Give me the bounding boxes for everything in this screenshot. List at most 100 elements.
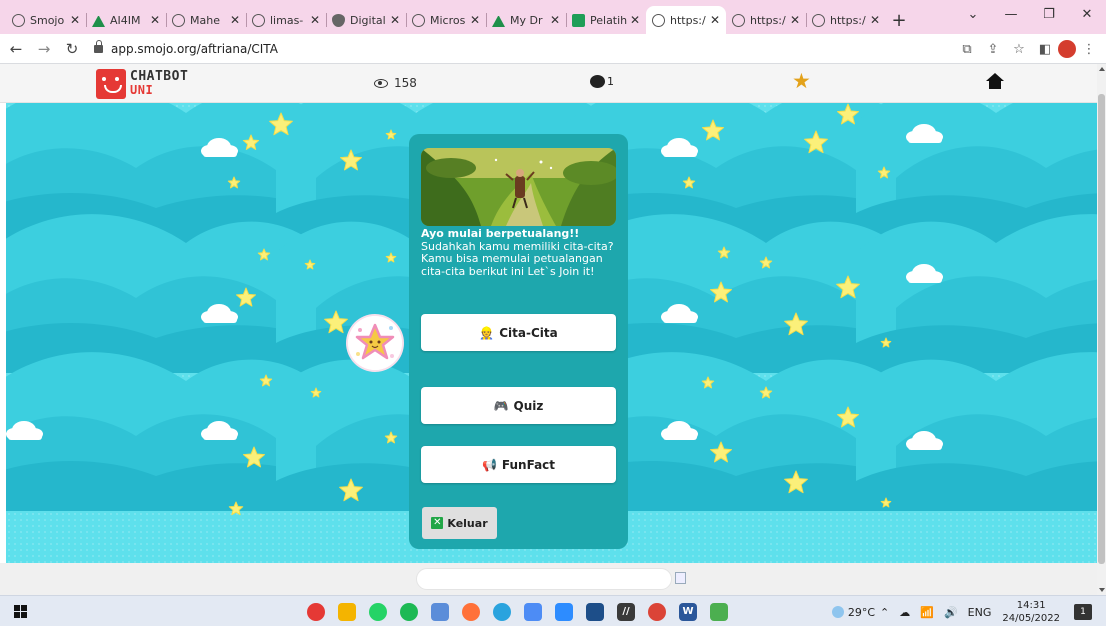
globe-icon xyxy=(652,13,665,27)
browser-tab[interactable]: https:/ ✕ xyxy=(726,6,806,34)
temperature[interactable]: 29°C xyxy=(848,606,875,619)
tab-label: Mahe xyxy=(190,13,220,27)
taskbar-app-button[interactable] xyxy=(643,600,671,624)
browser-tab[interactable]: Pelatih ✕ xyxy=(566,6,646,34)
tab-close-icon[interactable]: ✕ xyxy=(390,13,400,27)
taskbar-app-button[interactable] xyxy=(426,600,454,624)
close-window-button[interactable]: ✕ xyxy=(1068,0,1106,28)
back-button[interactable]: ← xyxy=(4,37,28,61)
window-controls: ⌄ — ❐ ✕ xyxy=(954,0,1106,28)
browser-tab[interactable]: Micros ✕ xyxy=(406,6,486,34)
address-bar[interactable]: app.smojo.org/aftriana/CITA xyxy=(90,38,968,60)
forward-button[interactable]: → xyxy=(32,37,56,61)
new-tab-button[interactable]: + xyxy=(886,6,912,34)
tab-close-icon[interactable]: ✕ xyxy=(470,13,480,27)
taskbar-app-button[interactable] xyxy=(302,600,330,624)
tab-label: My Dr xyxy=(510,13,543,27)
scroll-up-icon[interactable] xyxy=(1099,67,1105,71)
taskbar-app-button[interactable]: // xyxy=(612,600,640,624)
tray-chevron-icon[interactable]: ⌃ xyxy=(880,606,889,619)
google-sheets-icon xyxy=(572,13,585,27)
globe-icon xyxy=(12,13,25,27)
tab-close-icon[interactable]: ✕ xyxy=(790,13,800,27)
page-scrollbar[interactable] xyxy=(1097,64,1106,595)
message-body: Sudahkah kamu memiliki cita-cita? Kamu b… xyxy=(421,239,614,278)
side-panel-icon[interactable]: ◧ xyxy=(1032,37,1058,61)
menu-icon[interactable]: ⋮ xyxy=(1076,37,1102,61)
cita-cita-button[interactable]: 👷 Cita-Cita xyxy=(421,314,616,351)
language-indicator[interactable]: ENG xyxy=(968,606,992,619)
windows-start-icon[interactable] xyxy=(14,605,27,618)
taskbar-app-button[interactable] xyxy=(395,600,423,624)
browser-tab[interactable]: https:/ ✕ xyxy=(806,6,886,34)
zoom-icon xyxy=(555,603,573,621)
tab-label: AI4IM xyxy=(110,13,141,27)
tab-close-icon[interactable]: ✕ xyxy=(70,13,80,27)
taskbar-app-button[interactable] xyxy=(457,600,485,624)
browser-tab[interactable]: Mahe ✕ xyxy=(166,6,246,34)
chat-input-bar xyxy=(0,563,1097,595)
taskbar-app-button[interactable] xyxy=(488,600,516,624)
browser-tab[interactable]: My Dr ✕ xyxy=(486,6,566,34)
bookmark-star-icon[interactable]: ☆ xyxy=(1006,37,1032,61)
profile-avatar[interactable] xyxy=(1058,40,1076,58)
scrollbar-thumb[interactable] xyxy=(1098,94,1105,564)
volume-icon[interactable]: 🔊 xyxy=(944,606,958,619)
tab-close-icon[interactable]: ✕ xyxy=(630,13,640,27)
browser-tab[interactable]: https:/ ✕ xyxy=(646,6,726,34)
globe-icon xyxy=(732,13,745,27)
taskbar-app-button[interactable] xyxy=(519,600,547,624)
chat-card: Ayo mulai berpetualang!! Sudahkah kamu m… xyxy=(409,134,628,549)
onedrive-icon[interactable]: ☁ xyxy=(899,606,910,619)
scroll-down-icon[interactable] xyxy=(1099,588,1105,592)
tab-close-icon[interactable]: ✕ xyxy=(150,13,160,27)
notification-icon[interactable]: 1 xyxy=(1074,604,1092,620)
translate-icon[interactable]: ⧉ xyxy=(954,37,980,61)
chat-message: Ayo mulai berpetualang!! Sudahkah kamu m… xyxy=(421,227,619,278)
globe-icon xyxy=(412,13,425,27)
tab-close-icon[interactable]: ✕ xyxy=(550,13,560,27)
tab-close-icon[interactable]: ✕ xyxy=(230,13,240,27)
comments-button[interactable]: 1 xyxy=(590,75,614,88)
exit-button[interactable]: ✕ Keluar xyxy=(422,507,497,539)
cross-mark-icon: ✕ xyxy=(431,517,444,529)
chatbot-logo-icon xyxy=(96,69,126,99)
browser-tab[interactable]: Digital ✕ xyxy=(326,6,406,34)
minimize-button[interactable]: — xyxy=(992,0,1030,28)
quiz-label: Quiz xyxy=(513,398,544,413)
reload-button[interactable]: ↻ xyxy=(60,37,84,61)
message-input[interactable] xyxy=(416,568,672,590)
taskbar-app-button[interactable] xyxy=(550,600,578,624)
clock[interactable]: 14:31 24/05/2022 xyxy=(1002,599,1060,625)
restore-button[interactable]: ❐ xyxy=(1030,0,1068,28)
taskbar-app-button[interactable] xyxy=(581,600,609,624)
favorite-star-icon[interactable]: ★ xyxy=(792,71,811,92)
quiz-button[interactable]: 🎮 Quiz xyxy=(421,387,616,424)
send-image-icon[interactable] xyxy=(675,572,686,584)
tab-label: Pelatih xyxy=(590,13,627,27)
taskbar-app-button[interactable] xyxy=(705,600,733,624)
gamepad-icon: 🎮 xyxy=(493,398,509,413)
adventure-illustration xyxy=(421,148,616,226)
browser-tab[interactable]: Smojo ✕ xyxy=(6,6,86,34)
funfact-label: FunFact xyxy=(501,457,556,472)
tab-search-chevron-icon[interactable]: ⌄ xyxy=(954,0,992,28)
taskbar-app-button[interactable]: W xyxy=(674,600,702,624)
clock-date: 24/05/2022 xyxy=(1002,613,1060,624)
windows-taskbar: // W 29°C ⌃ ☁ 📶 🔊 ENG 14:31 24/05/2022 1 xyxy=(0,595,1106,626)
taskbar-app-button[interactable] xyxy=(364,600,392,624)
taskbar-app-button[interactable] xyxy=(333,600,361,624)
share-icon[interactable]: ⇪ xyxy=(980,37,1006,61)
browser-tab[interactable]: limas- ✕ xyxy=(246,6,326,34)
tab-close-icon[interactable]: ✕ xyxy=(870,13,880,27)
home-icon[interactable] xyxy=(986,73,1004,89)
tab-close-icon[interactable]: ✕ xyxy=(310,13,320,27)
funfact-button[interactable]: 📢 FunFact xyxy=(421,446,616,483)
tab-label: Smojo xyxy=(30,13,65,27)
tab-close-icon[interactable]: ✕ xyxy=(710,13,720,27)
network-icon[interactable]: 📶 xyxy=(920,606,934,619)
tab-label: https:/ xyxy=(830,13,866,27)
url-text: app.smojo.org/aftriana/CITA xyxy=(111,41,278,56)
lock-icon xyxy=(94,39,103,53)
browser-tab[interactable]: AI4IM ✕ xyxy=(86,6,166,34)
